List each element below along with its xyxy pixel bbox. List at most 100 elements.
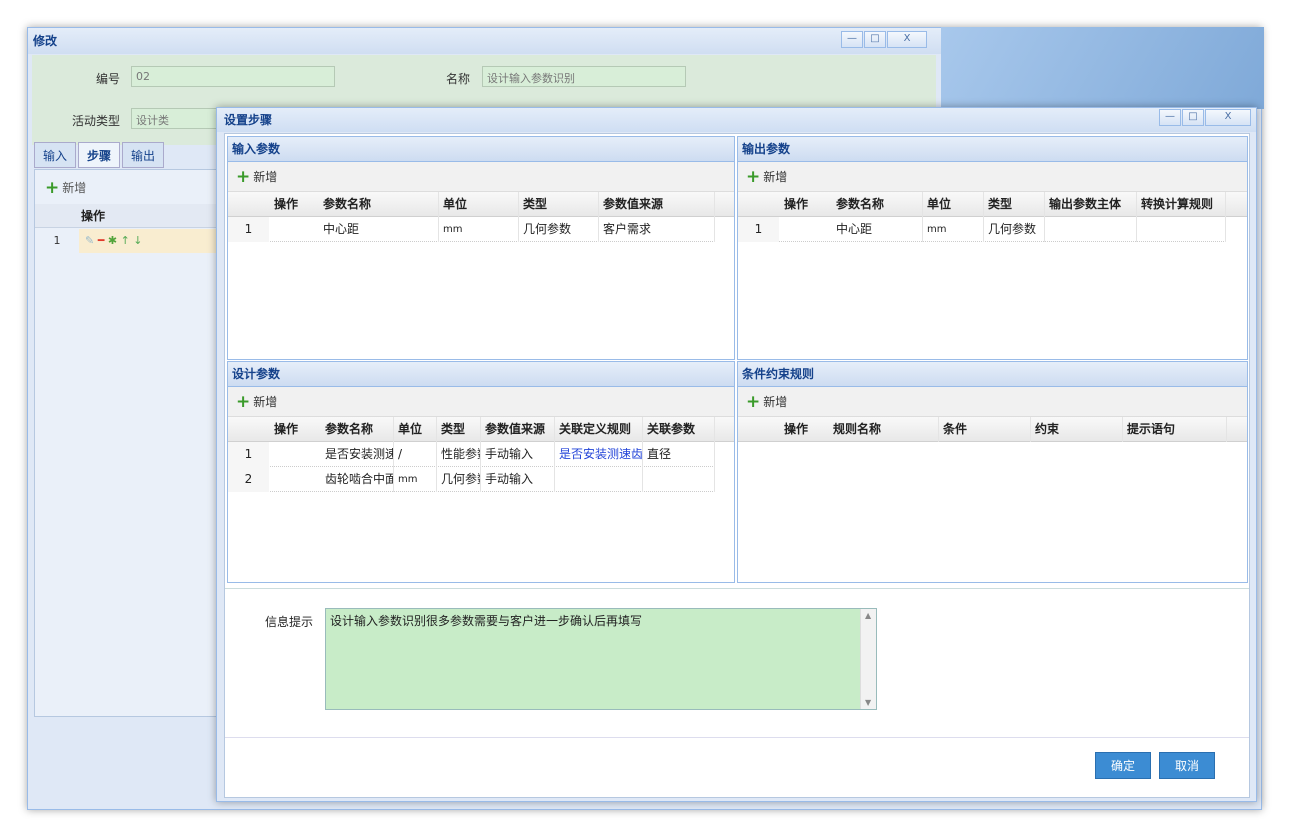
table-row[interactable]: 1 ━ ✱ ? 中心距 mm 几何参数 — [738, 217, 1226, 242]
bg-tabs: 输入 步骤 输出 — [34, 142, 166, 168]
row-number: 1 — [53, 234, 61, 247]
number-label: 编号 — [96, 72, 121, 86]
cell-name: 是否安装测速 — [321, 442, 394, 467]
grid-header: 操作 参数名称 单位 类型 输出参数主体 转换计算规则 — [738, 192, 1247, 217]
panel-title: 设计参数 — [228, 362, 734, 387]
cell-name: 中心距 — [832, 217, 923, 242]
close-button[interactable]: X — [887, 31, 927, 48]
number-field[interactable]: 02 — [131, 66, 335, 87]
minimize-button[interactable]: — — [841, 31, 863, 48]
maximize-button[interactable]: □ — [1182, 109, 1204, 126]
cell-subject — [1045, 217, 1137, 242]
table-row[interactable]: 1 ━ ✱ 中心距 mm 几何参数 客户需求 — [228, 217, 715, 242]
output-params-panel: 输出参数 +新增 操作 参数名称 单位 类型 输出参数主体 转换计算规则 1 ━… — [737, 136, 1248, 360]
info-textarea[interactable]: 设计输入参数识别很多参数需要与客户进一步确认后再填写 ▲ ▼ — [325, 608, 877, 710]
cell-type: 几何参数 — [519, 217, 599, 242]
cell-unit: mm — [394, 467, 437, 492]
info-text: 设计输入参数识别很多参数需要与客户进一步确认后再填写 — [330, 614, 643, 628]
pencil-icon[interactable]: ✎ — [85, 234, 94, 247]
arrow-down-icon[interactable]: ↓ — [133, 234, 142, 247]
dialog-body: 输入参数 +新增 操作 参数名称 单位 类型 参数值来源 1 ━ ✱ 中心距 m… — [224, 133, 1250, 798]
plus-icon: + — [236, 167, 251, 187]
col-name: 参数名称 — [832, 192, 923, 217]
scroll-up-icon[interactable]: ▲ — [865, 611, 871, 620]
cell-type: 性能参数 — [437, 442, 481, 467]
add-button[interactable]: + 新增 — [236, 392, 277, 412]
col-unit: 单位 — [923, 192, 984, 217]
col-related: 关联参数 — [643, 417, 715, 442]
table-row[interactable]: 1 ━ ✱ ? 是否安装测速 / 性能参数 手动输入 是否安装测速齿 直径 — [228, 442, 715, 467]
tab-output[interactable]: 输出 — [122, 142, 165, 168]
row-actions: ✎ ━ ✱ ↑ ↓ — [79, 229, 221, 253]
panel-title: 输出参数 — [738, 137, 1247, 162]
cell-type: 几何参数 — [437, 467, 481, 492]
cell-unit: mm — [923, 217, 984, 242]
cell-name: 齿轮啮合中面 — [321, 467, 394, 492]
bg-op-header: 操作 — [35, 204, 221, 228]
col-hint: 提示语句 — [1123, 417, 1227, 442]
row-number: 2 — [228, 467, 269, 492]
col-type: 类型 — [984, 192, 1045, 217]
cell-source: 客户需求 — [599, 217, 715, 242]
cell-source: 手动输入 — [481, 467, 555, 492]
bg-add-button[interactable]: + 新增 — [45, 178, 86, 198]
col-op: 操作 — [274, 197, 299, 211]
cell-unit: mm — [439, 217, 519, 242]
col-name: 参数名称 — [319, 192, 439, 217]
grid-header: 操作 参数名称 单位 类型 参数值来源 — [228, 192, 734, 217]
cell-related: 直径 — [643, 442, 715, 467]
col-name: 参数名称 — [321, 417, 394, 442]
tab-input[interactable]: 输入 — [34, 142, 77, 168]
col-condition: 条件 — [939, 417, 1031, 442]
info-section: 信息提示 设计输入参数识别很多参数需要与客户进一步确认后再填写 ▲ ▼ — [225, 588, 1249, 738]
table-row[interactable]: 1 ✎ ━ ✱ ↑ ↓ — [35, 229, 221, 253]
add-button[interactable]: + 新增 — [746, 167, 787, 187]
col-op: 操作 — [784, 422, 809, 436]
panel-title: 条件约束规则 — [738, 362, 1247, 387]
tab-steps[interactable]: 步骤 — [78, 142, 121, 168]
set-steps-dialog: 设置步骤 — □ X 输入参数 + 新增 操作 参数名称 单位 类型 参数值来源 1 … — [216, 107, 1257, 802]
name-field[interactable]: 设计输入参数识别 — [482, 66, 686, 87]
table-row[interactable]: 2 ━ ✱ ? 齿轮啮合中面 mm 几何参数 手动输入 — [228, 467, 715, 492]
row-number: 1 — [228, 217, 269, 242]
minimize-button[interactable]: — — [1159, 109, 1181, 126]
cell-rule — [555, 467, 643, 492]
rule-link[interactable]: 是否安装测速齿 — [555, 442, 643, 467]
col-type: 类型 — [437, 417, 481, 442]
arrow-up-icon[interactable]: ↑ — [121, 234, 130, 247]
close-button[interactable]: X — [1205, 109, 1251, 126]
col-constraint: 约束 — [1031, 417, 1123, 442]
info-label: 信息提示 — [265, 615, 314, 629]
bg-window-controls: — □ X — [840, 31, 927, 48]
constraint-rules-panel: 条件约束规则 + 新增 操作 规则名称 条件 约束 提示语句 — [737, 361, 1248, 583]
steps-grid: + 新增 操作 1 ✎ ━ ✱ ↑ ↓ — [34, 169, 221, 717]
maximize-button[interactable]: □ — [864, 31, 886, 48]
panel-title: 输入参数 — [228, 137, 734, 162]
cell-unit: / — [394, 442, 437, 467]
confirm-button[interactable]: 确定 — [1095, 752, 1151, 779]
col-type: 类型 — [519, 192, 599, 217]
design-params-panel: 设计参数 + 新增 操作 参数名称 单位 类型 参数值来源 关联定义规则 关联参数… — [227, 361, 735, 583]
gear-icon[interactable]: ✱ — [108, 234, 117, 247]
row-number: 1 — [738, 217, 779, 242]
scroll-down-icon[interactable]: ▼ — [865, 698, 871, 707]
add-button[interactable]: + 新增 — [746, 392, 787, 412]
activity-type-field[interactable]: 设计类 — [131, 108, 221, 129]
input-params-panel: 输入参数 +新增 操作 参数名称 单位 类型 参数值来源 1 ━ ✱ 中心距 m… — [227, 136, 735, 360]
cell-source: 手动输入 — [481, 442, 555, 467]
grid-header: 操作 规则名称 条件 约束 提示语句 — [738, 417, 1247, 442]
col-rule-name: 规则名称 — [829, 417, 939, 442]
add-button[interactable]: + 新增 — [236, 167, 277, 187]
activity-type-label: 活动类型 — [72, 114, 121, 128]
minus-icon[interactable]: ━ — [98, 234, 105, 247]
col-unit: 单位 — [439, 192, 519, 217]
dialog-title: 设置步骤 — [217, 108, 1256, 132]
cell-rule — [1137, 217, 1226, 242]
row-number: 1 — [228, 442, 269, 467]
col-rule: 转换计算规则 — [1137, 192, 1226, 217]
col-op: 操作 — [784, 197, 809, 211]
cancel-button[interactable]: 取消 — [1159, 752, 1215, 779]
col-unit: 单位 — [394, 417, 437, 442]
scrollbar[interactable]: ▲ ▼ — [860, 609, 876, 709]
name-label: 名称 — [446, 72, 471, 86]
